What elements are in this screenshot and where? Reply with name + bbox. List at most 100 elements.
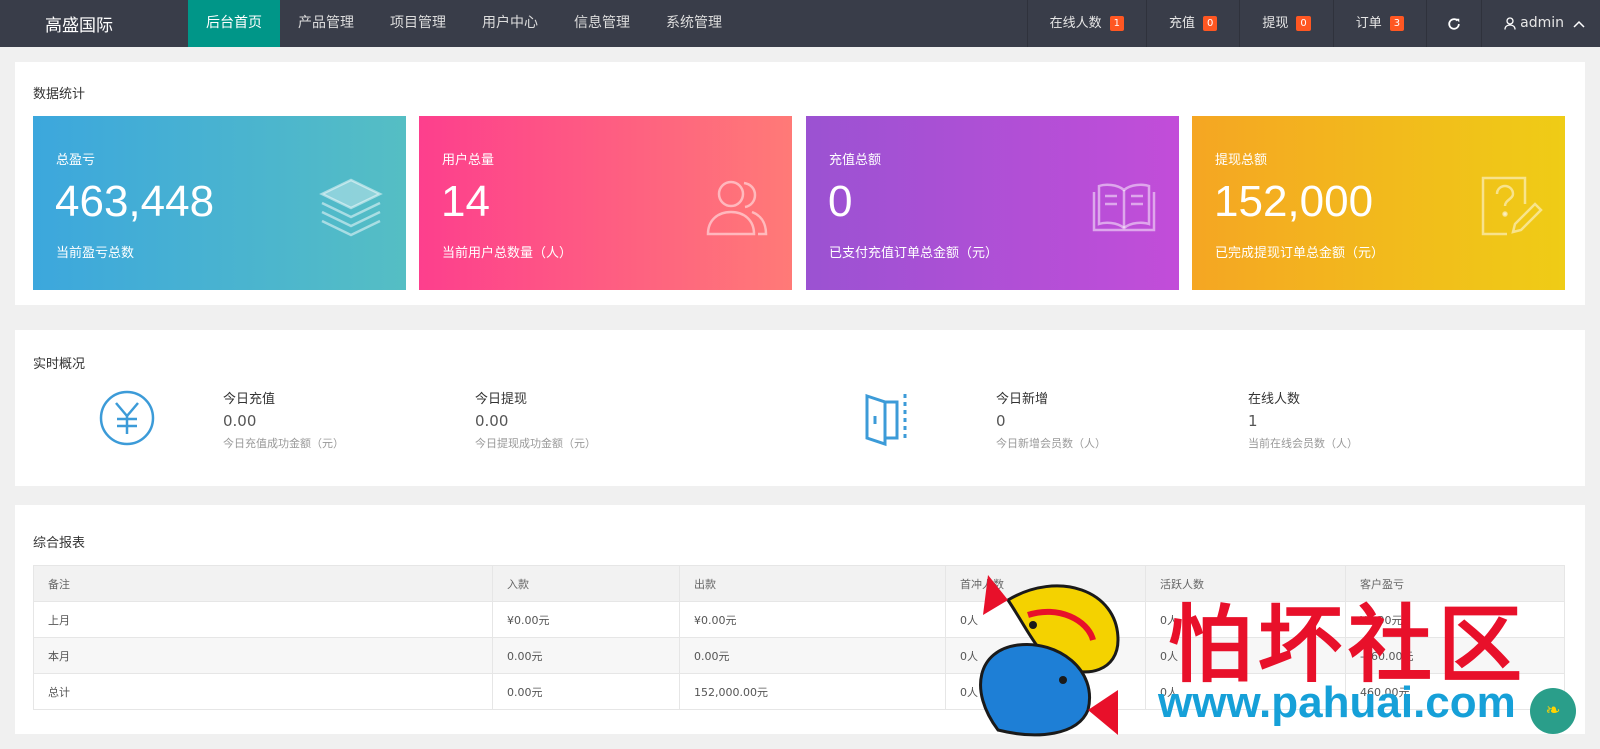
leaf-icon: ❧ bbox=[1545, 700, 1561, 721]
withdraw-label: 提现 bbox=[1262, 16, 1289, 31]
orders-badge: 3 bbox=[1389, 16, 1405, 31]
col-first-deposit: 首冲人数 bbox=[945, 565, 1146, 602]
stat-card-recharge: 充值总额 0 已支付充值订单总金额（元） bbox=[806, 116, 1179, 290]
stat-label: 提现总额 bbox=[1215, 153, 1268, 168]
yuan-icon bbox=[99, 390, 155, 446]
nav-projects[interactable]: 项目管理 bbox=[372, 0, 464, 47]
recharge-badge: 0 bbox=[1202, 16, 1218, 31]
user-menu[interactable]: admin bbox=[1481, 0, 1600, 47]
door-enter-icon bbox=[865, 393, 907, 447]
realtime-sub: 今日提现成功金额（元） bbox=[475, 437, 596, 450]
stat-sub: 当前用户总数量（人） bbox=[442, 246, 573, 261]
recharge-label: 充值 bbox=[1168, 16, 1195, 31]
user-icon bbox=[1504, 17, 1516, 30]
stat-value: 152,000 bbox=[1214, 177, 1374, 226]
stat-value: 0 bbox=[828, 177, 853, 226]
users-icon bbox=[706, 180, 768, 236]
realtime-sub: 当前在线会员数（人） bbox=[1248, 437, 1358, 450]
realtime-value: 0.00 bbox=[475, 412, 509, 430]
realtime-value: 0 bbox=[996, 412, 1006, 430]
orders-link[interactable]: 订单 3 bbox=[1332, 0, 1426, 47]
question-edit-icon bbox=[1481, 176, 1543, 236]
floating-action-button[interactable]: ❧ bbox=[1530, 688, 1576, 734]
layers-icon bbox=[319, 178, 383, 237]
col-income: 入款 bbox=[492, 565, 680, 602]
table-cell: 0人 bbox=[1145, 637, 1346, 674]
col-note: 备注 bbox=[33, 565, 493, 602]
stat-label: 总盈亏 bbox=[56, 153, 96, 168]
nav-products[interactable]: 产品管理 bbox=[280, 0, 372, 47]
nav-right: 在线人数 1 充值 0 提现 0 订单 3 admin bbox=[1026, 0, 1600, 47]
report-title: 综合报表 bbox=[33, 536, 86, 551]
stats-title: 数据统计 bbox=[33, 87, 86, 102]
realtime-label: 今日充值 bbox=[223, 392, 276, 407]
table-cell: 0.00元 bbox=[492, 637, 680, 674]
col-profit: 客户盈亏 bbox=[1345, 565, 1565, 602]
col-active: 活跃人数 bbox=[1145, 565, 1346, 602]
user-name: admin bbox=[1520, 15, 1564, 31]
table-cell: ¥0.00元 bbox=[492, 601, 680, 638]
table-header-row: 备注 入款 出款 首冲人数 活跃人数 客户盈亏 bbox=[33, 565, 1565, 602]
realtime-value: 1 bbox=[1248, 412, 1258, 430]
nav-home[interactable]: 后台首页 bbox=[188, 0, 280, 47]
table-cell: 0.00元 bbox=[492, 673, 680, 710]
stat-value: 14 bbox=[441, 177, 490, 226]
table-cell: 总计 bbox=[33, 673, 493, 710]
stat-label: 充值总额 bbox=[829, 153, 882, 168]
table-cell: 0人 bbox=[945, 601, 1146, 638]
stat-card-users: 用户总量 14 当前用户总数量（人） bbox=[419, 116, 792, 290]
stat-label: 用户总量 bbox=[442, 153, 495, 168]
realtime-label: 今日新增 bbox=[996, 392, 1049, 407]
table-cell: -460.00元 bbox=[1345, 637, 1565, 674]
table-cell: 上月 bbox=[33, 601, 493, 638]
table-cell: 本月 bbox=[33, 637, 493, 674]
refresh-button[interactable] bbox=[1426, 0, 1481, 47]
online-users-label: 在线人数 bbox=[1049, 16, 1102, 31]
table-row: 本月 0.00元 0.00元 0人 0人 -460.00元 bbox=[33, 637, 1565, 674]
orders-label: 订单 bbox=[1355, 16, 1382, 31]
stat-sub: 当前盈亏总数 bbox=[56, 246, 135, 261]
logo: 高盛国际 bbox=[45, 16, 113, 36]
realtime-sub: 今日充值成功金额（元） bbox=[223, 437, 344, 450]
withdraw-link[interactable]: 提现 0 bbox=[1239, 0, 1332, 47]
chevron-up-icon bbox=[1573, 20, 1585, 28]
report-table: 备注 入款 出款 首冲人数 活跃人数 客户盈亏 上月 ¥0.00元 ¥0.00元… bbox=[33, 565, 1565, 710]
stats-panel: 数据统计 总盈亏 463,448 当前盈亏总数 用户总量 14 当前用户总数量（… bbox=[15, 62, 1585, 305]
table-cell: 152,000.00元 bbox=[679, 673, 946, 710]
table-cell: 0.00元 bbox=[679, 637, 946, 674]
recharge-link[interactable]: 充值 0 bbox=[1145, 0, 1239, 47]
online-members: 在线人数 1 当前在线会员数（人） bbox=[1248, 388, 1358, 451]
realtime-value: 0.00 bbox=[223, 412, 257, 430]
stat-sub: 已完成提现订单总金额（元） bbox=[1215, 246, 1385, 261]
table-cell: 0人 bbox=[1145, 601, 1346, 638]
table-cell: ¥0.00元 bbox=[679, 601, 946, 638]
today-recharge: 今日充值 0.00 今日充值成功金额（元） bbox=[223, 388, 344, 451]
table-cell: ¥0.00元 bbox=[1345, 601, 1565, 638]
report-panel: 综合报表 备注 入款 出款 首冲人数 活跃人数 客户盈亏 上月 ¥0.00元 ¥… bbox=[15, 505, 1585, 734]
nav-users[interactable]: 用户中心 bbox=[464, 0, 556, 47]
top-nav: 高盛国际 后台首页 产品管理 项目管理 用户中心 信息管理 系统管理 在线人数 … bbox=[0, 0, 1600, 47]
refresh-icon bbox=[1448, 17, 1460, 30]
online-users-link[interactable]: 在线人数 1 bbox=[1026, 0, 1146, 47]
realtime-sub: 今日新增会员数（人） bbox=[996, 437, 1106, 450]
realtime-label: 在线人数 bbox=[1248, 392, 1301, 407]
realtime-label: 今日提现 bbox=[475, 392, 528, 407]
nav-info[interactable]: 信息管理 bbox=[556, 0, 648, 47]
table-cell: 0人 bbox=[1145, 673, 1346, 710]
realtime-title: 实时概况 bbox=[33, 357, 86, 372]
stat-value: 463,448 bbox=[55, 177, 215, 226]
stat-card-withdraw: 提现总额 152,000 已完成提现订单总金额（元） bbox=[1192, 116, 1565, 290]
table-row: 总计 0.00元 152,000.00元 0人 0人 460.00元 bbox=[33, 673, 1565, 710]
today-withdraw: 今日提现 0.00 今日提现成功金额（元） bbox=[475, 388, 596, 451]
table-cell: 0人 bbox=[945, 637, 1146, 674]
stat-card-profit: 总盈亏 463,448 当前盈亏总数 bbox=[33, 116, 406, 290]
nav-system[interactable]: 系统管理 bbox=[648, 0, 740, 47]
withdraw-badge: 0 bbox=[1296, 16, 1311, 31]
col-outcome: 出款 bbox=[679, 565, 946, 602]
stat-sub: 已支付充值订单总金额（元） bbox=[829, 246, 999, 261]
book-icon bbox=[1092, 183, 1156, 232]
realtime-panel: 实时概况 今日充值 0.00 今日充值成功金额（元） 今日提现 0.00 今日提… bbox=[15, 330, 1585, 486]
table-cell: 0人 bbox=[945, 673, 1146, 710]
online-users-badge: 1 bbox=[1109, 16, 1124, 31]
table-row: 上月 ¥0.00元 ¥0.00元 0人 0人 ¥0.00元 bbox=[33, 601, 1565, 638]
